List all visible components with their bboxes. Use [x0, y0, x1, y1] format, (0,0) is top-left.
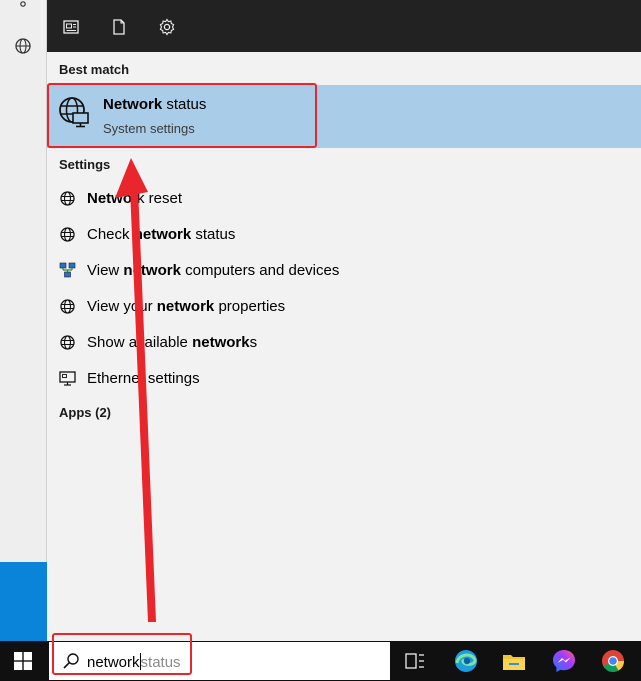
desktop-left-edge — [0, 0, 47, 641]
result-view-network-computers[interactable]: View network computers and devices — [47, 253, 641, 289]
chrome-icon[interactable] — [600, 648, 626, 674]
edge-icon[interactable] — [453, 648, 479, 674]
globe-icon — [60, 191, 75, 206]
annotation-search-highlight-box — [52, 633, 192, 675]
result-network-reset[interactable]: Network reset — [47, 181, 641, 217]
search-panel-header — [47, 0, 641, 52]
ethernet-monitor-icon — [59, 371, 76, 386]
messenger-icon[interactable] — [551, 648, 577, 674]
annotation-highlight-box — [47, 83, 317, 148]
globe-icon — [60, 227, 75, 242]
settings-gear-icon[interactable] — [158, 18, 176, 36]
result-ethernet-settings[interactable]: Ethernet settings — [47, 361, 641, 397]
document-icon[interactable] — [110, 18, 128, 36]
windows-start-icon[interactable] — [14, 652, 32, 670]
task-view-icon[interactable] — [402, 648, 428, 674]
globe-icon — [60, 299, 75, 314]
settings-heading: Settings — [59, 157, 111, 172]
result-check-network-status[interactable]: Check network status — [47, 217, 641, 253]
result-label: View network computers and devices — [87, 262, 340, 279]
network-computers-icon — [59, 262, 76, 278]
small-icon — [20, 1, 26, 7]
result-label: Check network status — [87, 226, 236, 243]
desktop-wallpaper — [0, 562, 47, 641]
news-icon[interactable] — [62, 18, 80, 36]
best-match-heading: Best match — [59, 62, 130, 77]
file-explorer-icon[interactable] — [501, 648, 527, 674]
globe-icon — [60, 335, 75, 350]
search-results-panel: Best match Network status System setting… — [47, 52, 641, 641]
result-show-available-networks[interactable]: Show available networks — [47, 325, 641, 361]
result-label: Network reset — [87, 190, 183, 207]
result-label: Ethernet settings — [87, 370, 200, 387]
result-label: View your network properties — [87, 298, 286, 315]
globe-icon[interactable] — [14, 37, 32, 55]
result-view-network-properties[interactable]: View your network properties — [47, 289, 641, 325]
apps-heading[interactable]: Apps (2) — [59, 405, 111, 420]
result-label: Show available networks — [87, 334, 258, 351]
